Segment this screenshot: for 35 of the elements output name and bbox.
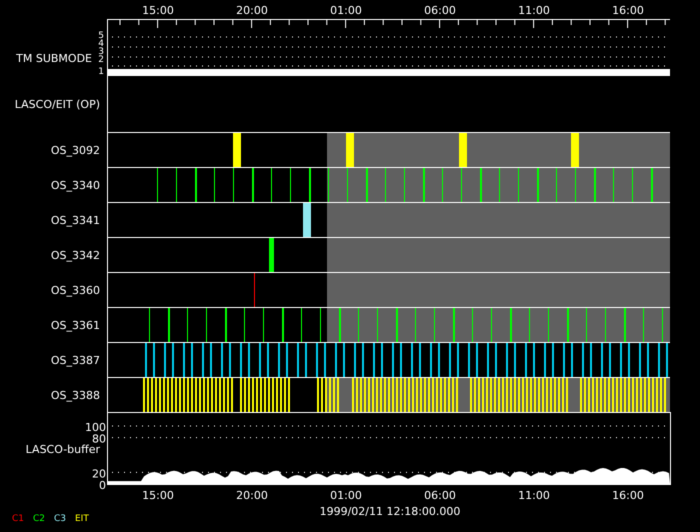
legend-label: EIT xyxy=(75,514,89,524)
legend-label: C1 xyxy=(12,514,24,524)
axis-tick-label: 20 xyxy=(92,467,106,480)
row-label: OS_3360 xyxy=(50,284,100,297)
row-label: OS_3092 xyxy=(50,144,100,157)
row-label: OS_3342 xyxy=(50,249,100,262)
axis-tick-label: 20:00 xyxy=(236,489,268,502)
axis-tick-label: 06:00 xyxy=(424,489,456,502)
axis-tick-label: 1 xyxy=(98,67,104,77)
legend-label: C3 xyxy=(54,514,66,524)
axis-tick-label: 2 xyxy=(98,55,104,65)
legend-label: C2 xyxy=(33,514,46,524)
row-label: OS_3341 xyxy=(50,214,100,227)
axis-tick-label: 80 xyxy=(92,432,106,446)
panel-label: TM SUBMODE xyxy=(16,52,92,65)
axis-tick-label: 15:00 xyxy=(142,489,174,502)
axis-tick-label: 01:00 xyxy=(330,4,362,17)
row-label: OS_3340 xyxy=(50,179,100,192)
axis-tick-label: 06:00 xyxy=(424,4,456,17)
row-label: OS_3361 xyxy=(50,319,100,332)
timestamp: 1999/02/11 12:18:00.000 xyxy=(320,505,460,518)
axis-tick-label: 16:00 xyxy=(612,4,644,17)
axis-tick-label: 16:00 xyxy=(612,489,644,502)
row-label: OS_3387 xyxy=(50,354,100,367)
panel-label: LASCO-buffer xyxy=(26,443,100,456)
axis-tick-label: 11:00 xyxy=(518,489,550,502)
axis-tick-label: 0 xyxy=(99,479,106,492)
axis-tick-label: 11:00 xyxy=(518,4,550,17)
row-label: OS_3388 xyxy=(50,389,100,402)
axis-tick-label: 100 xyxy=(85,421,106,434)
axis-tick-label: 15:00 xyxy=(142,4,174,17)
axis-tick-label: 01:00 xyxy=(330,489,362,502)
panel-label: LASCO/EIT (OP) xyxy=(14,98,100,111)
axis-tick-label: 20:00 xyxy=(236,4,268,17)
axis-tick-label: 5 xyxy=(98,31,104,41)
